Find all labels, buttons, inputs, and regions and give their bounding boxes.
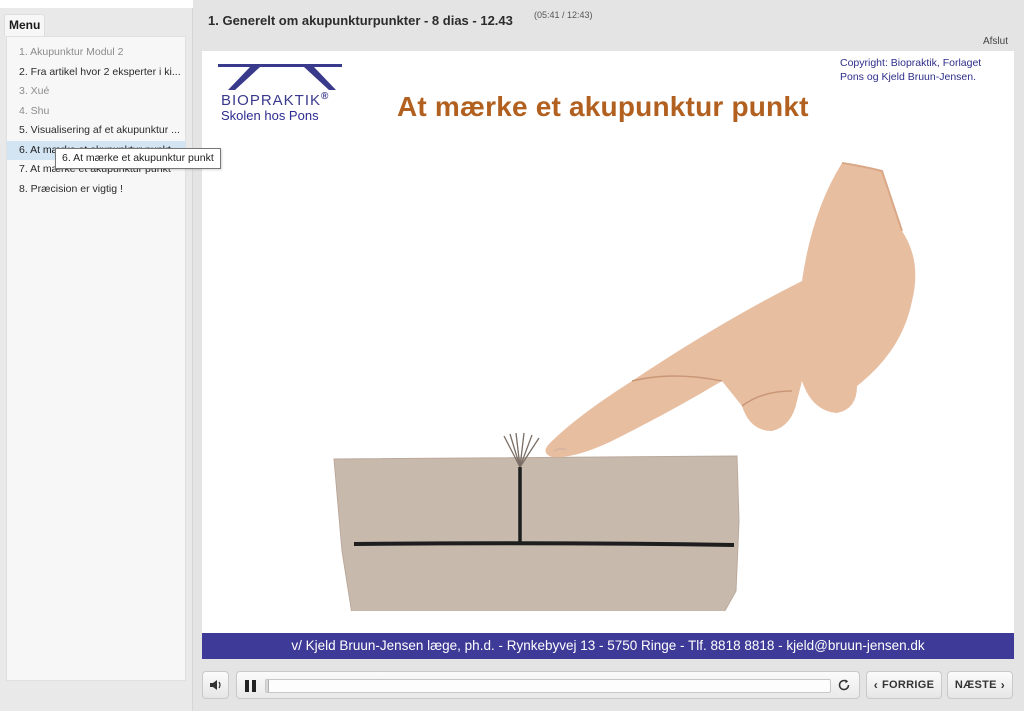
- next-label: NÆSTE: [954, 679, 997, 691]
- exit-link[interactable]: Afslut: [983, 36, 1008, 47]
- menu-item-8[interactable]: 8. Præcision er vigtig !: [7, 180, 185, 200]
- pause-button[interactable]: [245, 680, 257, 692]
- menu-tab[interactable]: Menu: [4, 14, 46, 36]
- menu-item-2[interactable]: 2. Fra artikel hvor 2 eksperter i ki...: [7, 63, 185, 83]
- menu-item-1[interactable]: 1. Akupunktur Modul 2: [7, 43, 185, 63]
- previous-button[interactable]: ‹ FORRIGE: [866, 671, 942, 699]
- sidebar: Menu 1. Akupunktur Modul 2 2. Fra artikel…: [0, 8, 193, 711]
- previous-label: FORRIGE: [882, 679, 935, 691]
- chevron-left-icon: ‹: [873, 678, 879, 692]
- chevron-right-icon: ›: [1000, 678, 1006, 692]
- menu-tooltip: 6. At mærke et akupunktur punkt: [55, 148, 221, 169]
- speaker-icon: [209, 680, 221, 690]
- menu-item-3[interactable]: 3. Xué: [7, 82, 185, 102]
- menu-item-4[interactable]: 4. Shu: [7, 102, 185, 122]
- menu-item-5[interactable]: 5. Visualisering af et akupunktur ...: [7, 121, 185, 141]
- seekbar-container: [236, 671, 860, 699]
- progress-track[interactable]: [265, 679, 831, 693]
- next-button[interactable]: NÆSTE ›: [947, 671, 1013, 699]
- menu-panel: 1. Akupunktur Modul 2 2. Fra artikel hvor…: [6, 36, 186, 681]
- replay-icon[interactable]: [837, 678, 851, 692]
- finger-pressing-skin-illustration: [333, 162, 916, 611]
- slide-canvas: BIOPRAKTIK® Skolen hos Pons Copyright: B…: [202, 51, 1014, 659]
- player-window: Menu 1. Akupunktur Modul 2 2. Fra artikel…: [0, 0, 1024, 711]
- contact-footer: v/ Kjeld Bruun-Jensen læge, ph.d. - Rynk…: [202, 633, 1014, 659]
- progress-fill: [266, 680, 269, 692]
- pause-icon: [245, 680, 249, 692]
- slide-list: 1. Akupunktur Modul 2 2. Fra artikel hvor…: [7, 37, 185, 199]
- title-bar: 1. Generelt om akupunkturpunkter - 8 dia…: [193, 0, 1024, 47]
- main-area: 1. Generelt om akupunkturpunkter - 8 dia…: [193, 0, 1024, 711]
- player-controls: ‹ FORRIGE NÆSTE ›: [202, 671, 1014, 701]
- course-title: 1. Generelt om akupunkturpunkter - 8 dia…: [208, 13, 513, 28]
- volume-button[interactable]: [202, 671, 229, 699]
- time-readout: (05:41 / 12:43): [534, 10, 593, 20]
